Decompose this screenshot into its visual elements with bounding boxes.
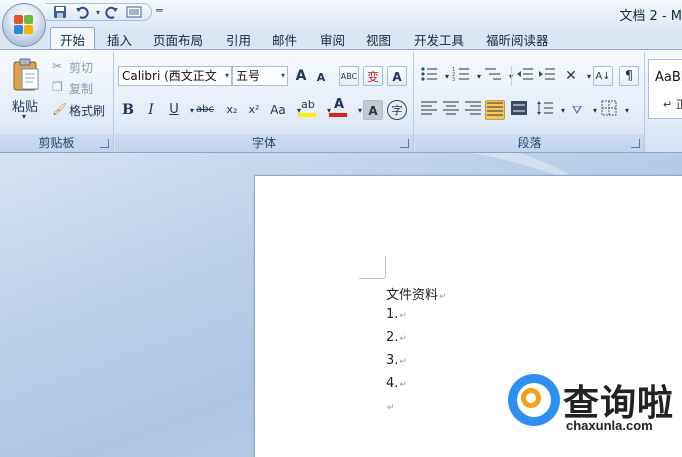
- tab-home[interactable]: 开始: [50, 27, 96, 51]
- styles-gallery[interactable]: AaBb ↵ 正: [648, 59, 682, 119]
- phonetic-guide-button[interactable]: 变: [363, 66, 383, 86]
- decrease-indent-icon[interactable]: [515, 66, 535, 86]
- watermark-url: chaxunla.com: [566, 418, 653, 433]
- increase-indent-icon[interactable]: [537, 66, 557, 86]
- customize-qat-icon[interactable]: ═: [156, 4, 163, 17]
- separator: [511, 66, 512, 86]
- strikethrough-button[interactable]: abc: [195, 100, 215, 120]
- clipboard-launcher-icon[interactable]: [100, 139, 109, 148]
- window-title: 文档 2 - M: [619, 9, 682, 24]
- office-button[interactable]: [2, 3, 46, 47]
- ribbon-tabs: 开始 插入 页面布局 引用 邮件 审阅 视图 开发工具 福昕阅读器: [0, 26, 682, 51]
- line-spacing-icon[interactable]: [535, 100, 555, 120]
- chinese-layout-icon[interactable]: ✕: [561, 66, 581, 86]
- highlight-button[interactable]: ab: [298, 97, 318, 117]
- tab-insert[interactable]: 插入: [107, 30, 132, 49]
- font-size-select[interactable]: 五号 ▾: [232, 66, 288, 86]
- margin-corner-mark: [385, 256, 386, 278]
- shrink-font-button[interactable]: A: [311, 68, 331, 88]
- list-item[interactable]: 3.↵: [386, 353, 407, 368]
- paste-icon[interactable]: [12, 58, 40, 92]
- font-launcher-icon[interactable]: [400, 139, 409, 148]
- enclose-characters-button[interactable]: 字: [387, 100, 407, 120]
- multilevel-list-icon[interactable]: [483, 66, 503, 86]
- clear-format-button[interactable]: ABC: [339, 66, 359, 86]
- quick-access-toolbar: ▾: [46, 3, 152, 21]
- save-icon[interactable]: [52, 5, 68, 21]
- distributed-icon[interactable]: [509, 100, 529, 120]
- font-family-select[interactable]: Calibri (西文正文 ▾: [118, 66, 232, 86]
- list-item[interactable]: 4.↵: [386, 376, 407, 391]
- bold-button[interactable]: B: [118, 100, 138, 120]
- borders-dropdown-icon[interactable]: ▾: [617, 101, 637, 121]
- align-center-icon[interactable]: [441, 100, 461, 120]
- paragraph-group-label: 段落: [415, 134, 644, 152]
- clipboard-group: 粘贴 ▾ ✂ 剪切 ❐ 复制 🖌 格式刷 剪贴板: [0, 52, 114, 152]
- bullets-icon[interactable]: [419, 66, 439, 86]
- italic-button[interactable]: I: [141, 100, 161, 120]
- borders-icon[interactable]: [599, 100, 619, 120]
- sort-icon[interactable]: A↓: [593, 66, 613, 86]
- align-left-icon[interactable]: [419, 100, 439, 120]
- superscript-button[interactable]: x²: [244, 100, 264, 120]
- style-preview: AaBb: [655, 70, 682, 85]
- font-color-icon: A: [333, 97, 345, 112]
- highlight-color-bar: [298, 113, 316, 117]
- tab-foxit-reader[interactable]: 福昕阅读器: [486, 30, 549, 49]
- document-heading[interactable]: 文件资料↵: [386, 284, 447, 303]
- empty-paragraph[interactable]: ↵: [386, 399, 395, 414]
- tab-view[interactable]: 视图: [366, 30, 391, 49]
- ribbon: 粘贴 ▾ ✂ 剪切 ❐ 复制 🖌 格式刷 剪贴板 Calibri (西文正文 ▾…: [0, 49, 682, 153]
- watermark-logo: 查询啦 chaxunla.com: [508, 374, 682, 440]
- paragraph-group: ▾ 123 ▾ ▾ ✕ ▾ A↓ ¶: [415, 52, 645, 152]
- tab-review[interactable]: 审阅: [320, 30, 345, 49]
- format-painter-button[interactable]: 格式刷: [69, 102, 105, 119]
- font-group-label: 字体: [115, 134, 413, 152]
- style-preview-name: ↵ 正: [663, 98, 682, 111]
- svg-text:3: 3: [452, 77, 455, 82]
- change-case-button[interactable]: Aa: [268, 100, 288, 120]
- font-color-button[interactable]: A: [329, 97, 349, 117]
- watermark-logo-icon: [508, 374, 560, 426]
- font-family-value: Calibri (西文正文: [122, 69, 217, 83]
- highlight-icon: ab: [301, 98, 315, 111]
- show-marks-icon[interactable]: ¶: [619, 66, 639, 86]
- paste-dropdown-icon[interactable]: ▾: [22, 112, 26, 121]
- subscript-button[interactable]: x₂: [222, 100, 242, 120]
- numbering-icon[interactable]: 123: [451, 66, 471, 86]
- tab-mailings[interactable]: 邮件: [272, 30, 297, 49]
- align-right-icon[interactable]: [463, 100, 483, 120]
- shading-icon[interactable]: ⛛: [567, 100, 587, 120]
- font-family-dropdown-icon: ▾: [224, 71, 229, 80]
- title-bar: ▾ ═ 文档 2 - M: [0, 0, 682, 26]
- copy-button[interactable]: 复制: [69, 80, 93, 97]
- character-shading-button[interactable]: A: [363, 100, 383, 120]
- redo-icon[interactable]: [104, 5, 120, 21]
- font-color-bar: [329, 113, 347, 117]
- font-size-dropdown-icon: ▾: [280, 71, 285, 80]
- margin-corner-mark: [359, 278, 385, 279]
- underline-button[interactable]: U: [164, 100, 184, 120]
- copy-icon: ❐: [52, 80, 63, 94]
- character-border-button[interactable]: A: [387, 66, 407, 86]
- font-size-value: 五号: [236, 69, 261, 83]
- justify-icon[interactable]: [485, 100, 505, 120]
- cut-button[interactable]: 剪切: [69, 59, 93, 76]
- grow-font-button[interactable]: A: [291, 66, 311, 86]
- clipboard-group-label: 剪贴板: [0, 134, 113, 152]
- font-group: Calibri (西文正文 ▾ 五号 ▾ A A ABC 变 A B I U ▾…: [115, 52, 414, 152]
- office-logo-icon: [14, 15, 34, 35]
- tab-page-layout[interactable]: 页面布局: [153, 30, 203, 49]
- tab-developer[interactable]: 开发工具: [414, 30, 464, 49]
- list-item[interactable]: 2.↵: [386, 330, 407, 345]
- paragraph-launcher-icon[interactable]: [631, 139, 640, 148]
- tab-references[interactable]: 引用: [226, 30, 251, 49]
- undo-icon[interactable]: [74, 5, 90, 21]
- list-item[interactable]: 1.↵: [386, 307, 407, 322]
- print-preview-icon[interactable]: [126, 5, 142, 21]
- format-painter-icon: 🖌: [52, 102, 68, 116]
- cut-icon: ✂: [52, 59, 63, 73]
